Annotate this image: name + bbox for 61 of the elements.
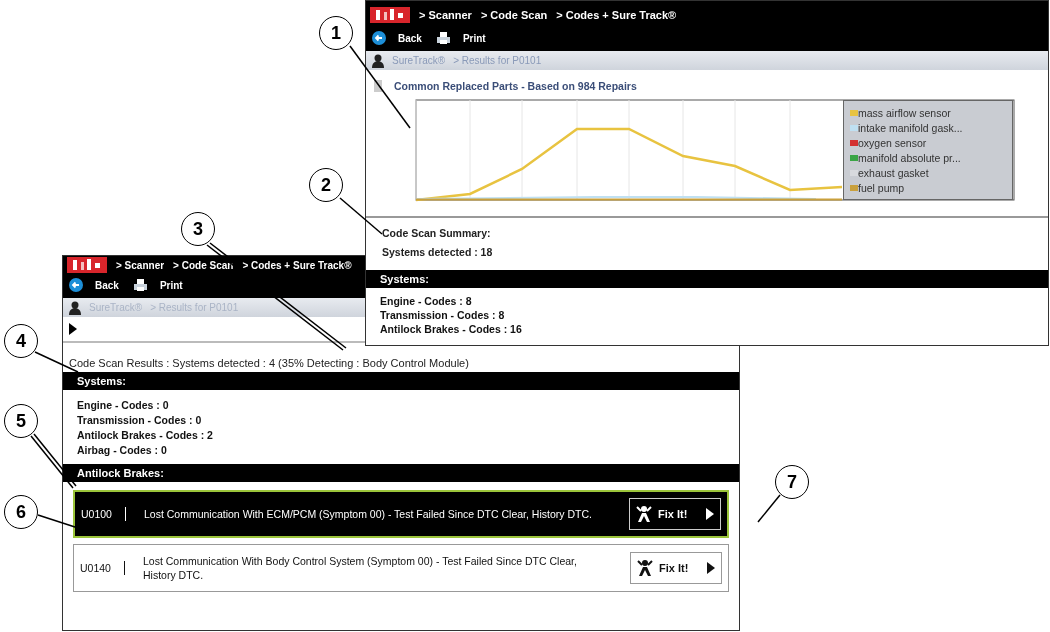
logo-icon	[370, 7, 410, 23]
fault-row[interactable]: U0100 Lost Communication With ECM/PCM (Symptom 00) - Test Failed Since DTC Clear, History DTC. Fix It!	[73, 490, 729, 538]
section-heading: Systems:	[63, 372, 739, 390]
breadcrumb-link[interactable]: > Scanner	[116, 259, 165, 271]
systems-detected: Systems detected : 18	[382, 245, 494, 260]
callout-number: 3	[181, 212, 215, 246]
scan-status: Code Scan Results : Systems detected : 4 (35% Detecting : Body Control Module)	[68, 356, 470, 371]
callout-number: 6	[4, 495, 38, 529]
fault-row[interactable]: U0140 Lost Communication With Body Control System (Symptom 00) - Test Failed Since DTC Clear, History DTC. Fix It!	[73, 544, 729, 592]
system-entry: Engine - Codes : 8	[380, 294, 473, 308]
back-arrow-icon	[372, 31, 386, 45]
back-button[interactable]: Back	[372, 31, 422, 45]
callout-number: 5	[4, 404, 38, 438]
fault-description: Lost Communication With ECM/PCM (Symptom 00) - Test Failed Since DTC Clear, History DTC.	[144, 507, 593, 521]
breadcrumb-link[interactable]: > Codes + Sure Track®	[242, 259, 352, 271]
print-button[interactable]: Print	[435, 31, 486, 45]
callout-number: 1	[319, 16, 353, 50]
legend-label: manifold absolute pr...	[858, 151, 961, 164]
system-entry: Engine - Codes : 0	[77, 398, 170, 413]
separator-icon	[125, 507, 126, 521]
fix-it-button[interactable]: Fix It!	[629, 498, 721, 530]
callout-number: 7	[775, 465, 809, 499]
back-arrow-icon	[69, 278, 83, 292]
breadcrumb-link[interactable]: > Code Scan	[173, 259, 234, 271]
printer-icon	[435, 31, 451, 45]
section-heading: Antilock Brakes:	[63, 464, 739, 482]
printer-icon	[132, 278, 148, 292]
legend-label: exhaust gasket	[858, 166, 929, 179]
breadcrumb-link[interactable]: > Code Scan	[480, 9, 548, 21]
system-entry: Airbag - Codes : 0	[77, 443, 168, 458]
caret-icon	[707, 562, 715, 574]
system-entry: Antilock Brakes - Codes : 16	[380, 322, 523, 336]
system-entry: Antilock Brakes - Codes : 2	[77, 428, 214, 443]
legend-label: intake manifold gask...	[858, 121, 963, 134]
section-heading: Systems:	[366, 270, 1048, 288]
leader-line	[339, 197, 383, 235]
chart-title: Common Replaced Parts - Based on 984 Repairs	[394, 80, 637, 92]
person-icon	[372, 53, 384, 68]
system-entry: Transmission - Codes : 0	[77, 413, 203, 428]
separator-icon	[124, 561, 125, 575]
legend-label: oxygen sensor	[858, 136, 927, 149]
back-button[interactable]: Back	[69, 278, 119, 292]
legend-label: mass airflow sensor	[858, 106, 951, 119]
fault-description: Lost Communication With Body Control System (Symptom 00) - Test Failed Since DTC Clear, History DTC.	[143, 554, 578, 582]
fault-code: U0140	[80, 562, 112, 574]
leader-line	[757, 494, 781, 523]
fault-code: U0100	[81, 508, 113, 520]
breadcrumb-link[interactable]: > Codes + Sure Track®	[556, 9, 677, 21]
page-icon	[374, 80, 382, 92]
summary-title: Code Scan Summary:	[382, 226, 492, 241]
play-icon	[69, 323, 77, 335]
print-button[interactable]: Print	[132, 278, 183, 292]
caret-icon	[706, 508, 714, 520]
legend-label: fuel pump	[858, 181, 905, 194]
callout-number: 2	[309, 168, 343, 202]
breadcrumb-link[interactable]: > Scanner	[419, 9, 472, 21]
person-icon	[69, 300, 81, 315]
fix-it-button[interactable]: Fix It!	[630, 552, 722, 584]
system-entry: Transmission - Codes : 8	[380, 308, 506, 322]
callout-number: 4	[4, 324, 38, 358]
leader-line	[30, 433, 77, 489]
